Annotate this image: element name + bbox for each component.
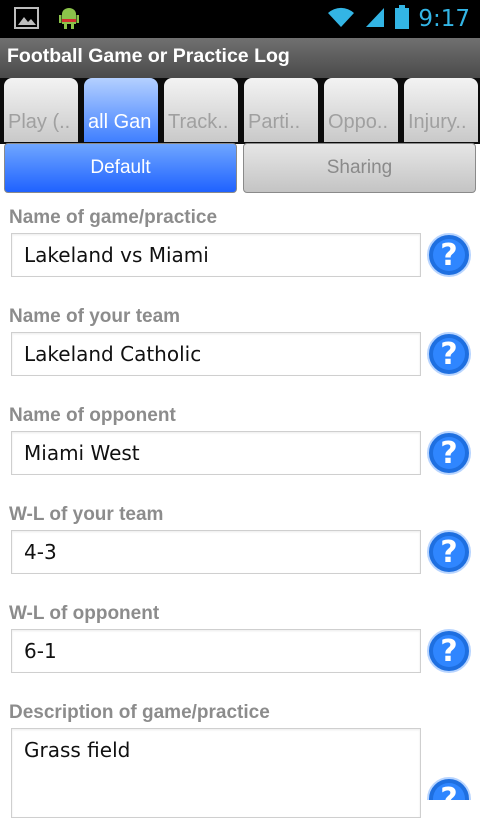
tab-label: Play (.. xyxy=(8,111,71,133)
team-record-field[interactable]: 4-3 xyxy=(11,530,421,574)
description-label: Description of game/practice xyxy=(9,702,270,723)
tab-track[interactable]: Track.. xyxy=(164,78,238,142)
team-record-label: W-L of your team xyxy=(9,504,164,525)
opponent-name-field[interactable]: Miami West xyxy=(11,431,421,475)
tab-participants[interactable]: Parti.. xyxy=(244,78,318,142)
help-icon[interactable]: ? xyxy=(426,331,472,377)
field-value: 4-3 xyxy=(24,540,57,564)
image-icon xyxy=(14,6,40,36)
game-name-label: Name of game/practice xyxy=(9,207,218,228)
app-title: Football Game or Practice Log xyxy=(7,45,290,67)
tab-label: Oppo.. xyxy=(328,111,389,133)
status-bar: 9:17 xyxy=(0,0,480,38)
help-icon[interactable]: ? xyxy=(426,628,472,674)
opponent-record-field[interactable]: 6-1 xyxy=(11,629,421,673)
field-value: Grass field xyxy=(24,738,131,762)
app-title-bar: Football Game or Practice Log xyxy=(0,38,480,78)
tab-label: Injury.. xyxy=(408,111,467,133)
svg-text:?: ? xyxy=(440,782,457,800)
tab-label: Track.. xyxy=(168,111,229,133)
android-icon xyxy=(56,6,82,36)
tab-football-game[interactable]: all Gan xyxy=(84,78,158,142)
svg-text:?: ? xyxy=(440,535,457,570)
svg-text:?: ? xyxy=(440,436,457,471)
team-name-label: Name of your team xyxy=(9,306,181,327)
signal-icon xyxy=(364,5,386,33)
field-value: Lakeland Catholic xyxy=(24,342,202,366)
field-value: 6-1 xyxy=(24,639,57,663)
help-icon[interactable]: ? xyxy=(426,776,472,800)
status-time: 9:17 xyxy=(418,6,470,32)
battery-icon xyxy=(394,4,410,34)
tab-label: all Gan xyxy=(88,111,152,133)
team-name-field[interactable]: Lakeland Catholic xyxy=(11,332,421,376)
opponent-record-label: W-L of opponent xyxy=(9,603,160,624)
wifi-icon xyxy=(326,5,356,33)
help-icon[interactable]: ? xyxy=(426,232,472,278)
tab-play[interactable]: Play (.. xyxy=(4,78,78,142)
help-icon[interactable]: ? xyxy=(426,430,472,476)
svg-text:?: ? xyxy=(440,634,457,669)
svg-text:?: ? xyxy=(440,337,457,372)
tab-label: Parti.. xyxy=(248,111,301,133)
help-icon[interactable]: ? xyxy=(426,529,472,575)
default-segment-button[interactable]: Default xyxy=(4,143,237,193)
tab-injury[interactable]: Injury.. xyxy=(404,78,478,142)
svg-text:?: ? xyxy=(440,238,457,273)
field-value: Miami West xyxy=(24,441,140,465)
game-name-field[interactable]: Lakeland vs Miami xyxy=(11,233,421,277)
description-field[interactable]: Grass field xyxy=(11,728,421,818)
sharing-segment-button[interactable]: Sharing xyxy=(243,143,476,193)
tab-strip: Play (.. all Gan Track.. Parti.. Oppo.. … xyxy=(0,78,480,144)
field-value: Lakeland vs Miami xyxy=(24,243,209,267)
tab-opponent[interactable]: Oppo.. xyxy=(324,78,398,142)
opponent-name-label: Name of opponent xyxy=(9,405,176,426)
